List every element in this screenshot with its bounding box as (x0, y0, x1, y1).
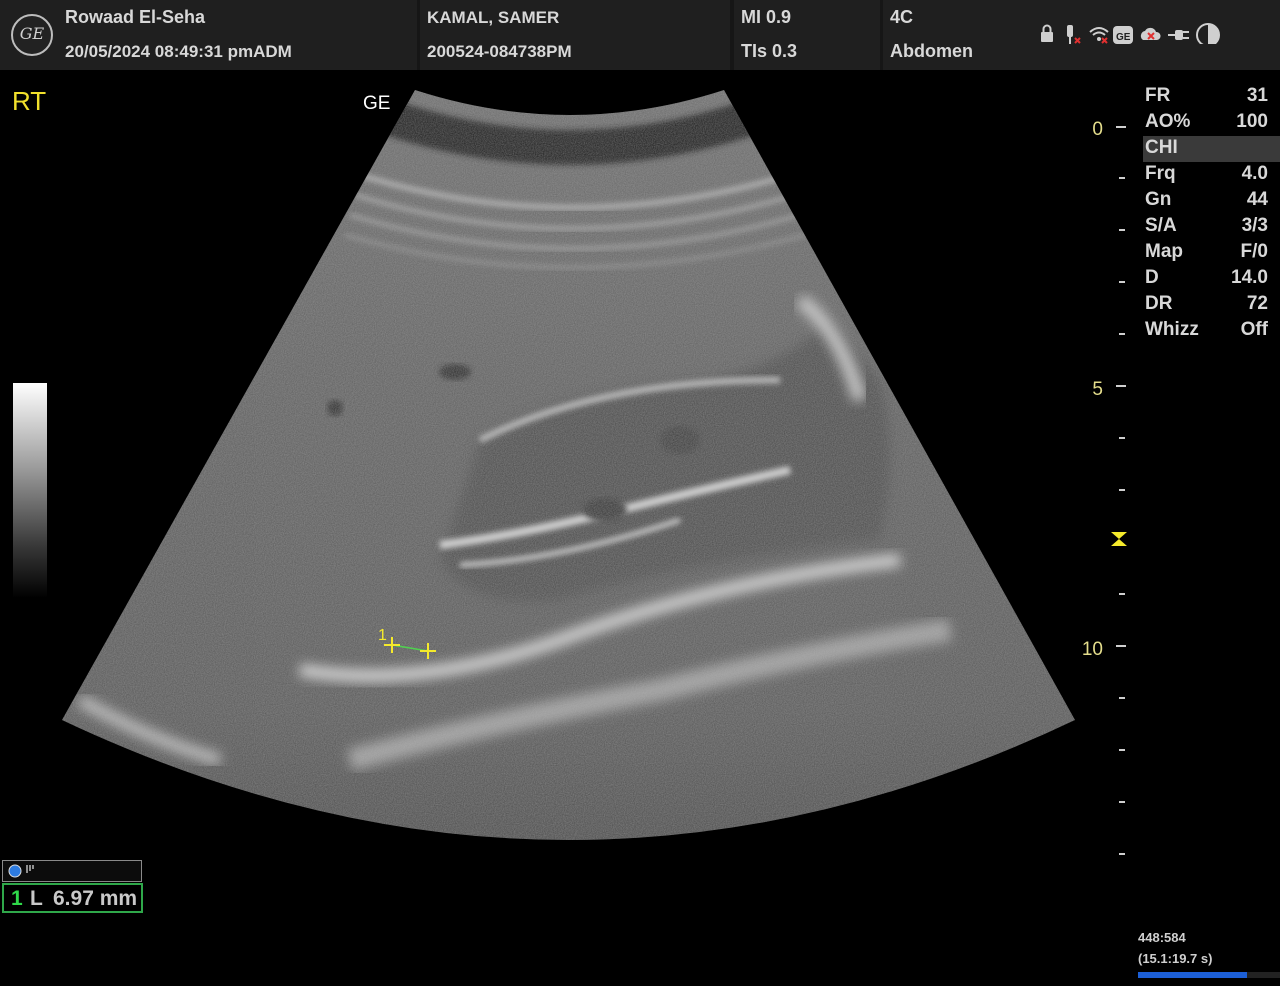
probe-name: 4C (890, 7, 914, 27)
measurement-header (2, 860, 142, 882)
frame-count: 448:584 (1138, 930, 1186, 945)
caliper-label: 1 (378, 627, 387, 644)
ge-service-icon: GE (1113, 26, 1133, 44)
depth-tick (1116, 126, 1126, 128)
param-whizz: Whizz Off (1145, 319, 1268, 340)
exam-id: 200524-084738PM (427, 42, 572, 61)
param-gain: Gn 44 (1145, 189, 1268, 210)
depth-tick (1119, 229, 1125, 231)
param-dr: DR 72 (1145, 293, 1268, 314)
measurement-type: L (30, 887, 43, 910)
depth-tick (1119, 281, 1125, 283)
power-plug-icon (1168, 30, 1189, 40)
depth-tick (1119, 749, 1125, 751)
ultrasound-image: 1 (62, 90, 1075, 840)
orientation-label: RT (12, 86, 47, 116)
depth-label-10: 10 (1081, 639, 1103, 660)
depth-tick (1116, 385, 1126, 387)
parameter-panel: FR 31 AO% 100 CHI Frq 4.0 Gn 44 S/A 3/3 Map F/… (1143, 84, 1280, 344)
measurement-icon (8, 864, 34, 878)
param-depth: D 14.0 (1145, 267, 1268, 288)
institution-name: Rowaad El-Seha (65, 7, 206, 27)
cine-progress-bar[interactable] (1138, 972, 1280, 978)
depth-tick (1119, 697, 1125, 699)
measurement-row[interactable]: 1 L 6.97 mm (2, 883, 143, 913)
depth-tick (1119, 489, 1125, 491)
param-map: Map F/0 (1145, 241, 1268, 262)
param-frq: Frq 4.0 (1145, 163, 1268, 184)
cine-progress-fill (1138, 972, 1248, 978)
depth-tick (1119, 177, 1125, 179)
thermal-index: TIs 0.3 (741, 41, 798, 61)
frame-time: (15.1:19.7 s) (1138, 951, 1213, 966)
focal-zone-marker[interactable] (1110, 531, 1128, 547)
lock-icon (1041, 24, 1053, 42)
depth-tick (1116, 645, 1126, 647)
depth-tick (1119, 801, 1125, 803)
exam-datetime: 20/05/2024 08:49:31 pmADM (65, 42, 292, 61)
depth-label-0: 0 (1092, 119, 1103, 140)
param-ao: AO% 100 (1145, 111, 1268, 132)
patient-name: KAMAL, SAMER (427, 8, 560, 27)
measurement-result-box[interactable]: 1 L 6.97 mm (2, 860, 143, 914)
cine-frame-info: 448:584 (15.1:19.7 s) (1138, 927, 1212, 969)
header-bar: GE Rowaad El-Seha 20/05/2024 08:49:31 pm… (0, 0, 1280, 70)
brightness-icon[interactable] (1195, 22, 1221, 44)
probe-disconnected-icon (1067, 25, 1081, 44)
preset-name: Abdomen (890, 41, 973, 61)
probe-orientation-mark: GE (363, 93, 391, 114)
ge-logo: GE (11, 14, 53, 56)
depth-tick (1119, 333, 1125, 335)
depth-tick (1119, 853, 1125, 855)
mechanical-index: MI 0.9 (741, 7, 792, 27)
depth-label-5: 5 (1092, 379, 1103, 400)
svg-text:GE: GE (1116, 32, 1131, 43)
wireless-off-icon (1089, 27, 1109, 44)
grayscale-bar (13, 383, 47, 598)
measurement-value: 6.97 mm (53, 887, 138, 910)
depth-tick (1119, 593, 1125, 595)
param-chi: CHI (1143, 136, 1280, 162)
param-fr: FR 31 (1145, 85, 1268, 106)
network-error-icon (1140, 27, 1161, 40)
param-sa: S/A 3/3 (1145, 215, 1268, 236)
depth-tick (1119, 437, 1125, 439)
measurement-number: 1 (11, 887, 23, 910)
